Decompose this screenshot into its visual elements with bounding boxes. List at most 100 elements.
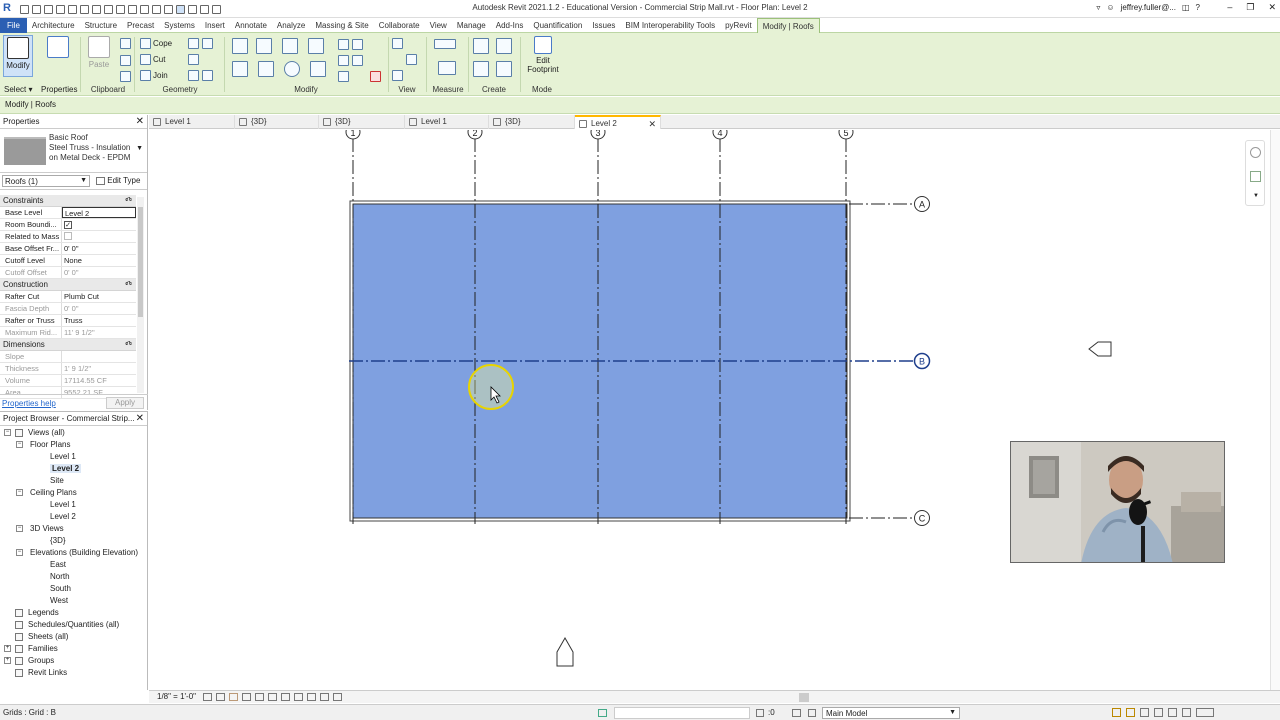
ribbon-tab-collaborate[interactable]: Collaborate bbox=[374, 18, 425, 33]
drawing-area[interactable]: 1 2 3 4 5 A B C bbox=[149, 130, 1270, 690]
property-value[interactable]: Level 2 bbox=[62, 207, 136, 218]
property-group-construction[interactable]: Construction Ⰴ bbox=[0, 279, 136, 291]
mirror-axis-icon[interactable] bbox=[282, 38, 298, 54]
align-icon[interactable] bbox=[232, 38, 248, 54]
search-icon[interactable]: ▿ bbox=[1096, 3, 1100, 12]
wall-joins-icon[interactable] bbox=[188, 38, 199, 49]
pin-icon[interactable] bbox=[338, 71, 349, 82]
browser-node[interactable]: Legends bbox=[0, 607, 148, 619]
browser-node[interactable]: + Families bbox=[0, 643, 148, 655]
apply-button[interactable]: Apply bbox=[106, 397, 144, 409]
select-by-face-icon[interactable] bbox=[1154, 708, 1163, 717]
ribbon-tab-modify-roofs[interactable]: Modify | Roofs bbox=[756, 17, 820, 33]
expand-icon[interactable]: + bbox=[4, 645, 11, 652]
elevation-marker-south[interactable] bbox=[556, 636, 574, 667]
collapse-icon[interactable]: Ⰴ bbox=[125, 279, 132, 289]
browser-node[interactable]: −3D Views bbox=[0, 523, 148, 535]
browser-node[interactable]: Level 1 bbox=[0, 451, 148, 463]
exclude-options-icon[interactable] bbox=[808, 709, 816, 717]
copy-icon[interactable] bbox=[120, 55, 131, 66]
cope-button[interactable]: Cope bbox=[153, 39, 172, 48]
ribbon-tab-structure[interactable]: Structure bbox=[80, 18, 122, 33]
property-row[interactable]: Related to Mass bbox=[0, 231, 136, 243]
detail-level-icon[interactable] bbox=[203, 693, 212, 701]
split-icon[interactable] bbox=[338, 39, 349, 50]
browser-node[interactable]: Schedules/Quantities (all) bbox=[0, 619, 148, 631]
ribbon-tab-analyze[interactable]: Analyze bbox=[272, 18, 310, 33]
expand-icon[interactable]: + bbox=[4, 657, 11, 664]
ribbon-tab-annotate[interactable]: Annotate bbox=[230, 18, 272, 33]
chevron-down-icon[interactable]: ▼ bbox=[136, 145, 143, 152]
background-processes-icon[interactable] bbox=[1182, 708, 1191, 717]
copy-element-icon[interactable] bbox=[258, 61, 274, 77]
browser-node[interactable]: West bbox=[0, 595, 148, 607]
join-icon[interactable] bbox=[140, 70, 151, 81]
close-tab-icon[interactable]: ✕ bbox=[648, 117, 656, 131]
analytical-model-icon[interactable] bbox=[307, 693, 316, 701]
crop-view-icon[interactable] bbox=[255, 693, 264, 701]
offset-icon[interactable] bbox=[256, 38, 272, 54]
cut-geometry-icon[interactable] bbox=[140, 54, 151, 65]
browser-node[interactable]: − Views (all) bbox=[0, 427, 148, 439]
collapse-icon[interactable]: − bbox=[16, 441, 23, 448]
join-roof-icon[interactable] bbox=[188, 54, 199, 65]
floor-plan-drawing[interactable]: 1 2 3 4 5 A B C bbox=[149, 130, 1270, 690]
workset-dropdown[interactable] bbox=[614, 707, 750, 719]
collapse-icon[interactable]: Ⰴ bbox=[125, 339, 132, 349]
aligned-dimension-icon[interactable] bbox=[438, 61, 456, 75]
view-tab[interactable]: Level 1 bbox=[405, 115, 489, 129]
user-icon[interactable]: ☺ bbox=[1106, 3, 1114, 12]
edit-type-button[interactable]: Edit Type bbox=[96, 176, 140, 185]
properties-button[interactable] bbox=[43, 35, 73, 77]
ribbon-tab-systems[interactable]: Systems bbox=[159, 18, 200, 33]
paste-button[interactable]: Paste bbox=[84, 35, 114, 77]
property-checkbox[interactable]: ✓ bbox=[64, 221, 72, 229]
view-tab[interactable]: {3D} bbox=[489, 115, 575, 129]
mirror-draw-icon[interactable] bbox=[308, 38, 324, 54]
create-parts-icon[interactable] bbox=[496, 38, 512, 54]
editable-only-icon[interactable] bbox=[756, 709, 764, 717]
ribbon-tab-massing-site[interactable]: Massing & Site bbox=[310, 18, 373, 33]
array-icon[interactable] bbox=[338, 55, 349, 66]
ribbon-tab-bim-interoperability-tools[interactable]: BIM Interoperability Tools bbox=[620, 18, 720, 33]
property-row[interactable]: Rafter or Truss Truss bbox=[0, 315, 136, 327]
modify-button[interactable]: Modify bbox=[3, 35, 33, 77]
property-value[interactable]: 0' 0" bbox=[62, 243, 136, 254]
browser-node[interactable]: Level 2 bbox=[0, 463, 148, 475]
horizontal-scrollbar-thumb[interactable] bbox=[799, 693, 809, 702]
join-button[interactable]: Join bbox=[153, 71, 168, 80]
cart-icon[interactable]: ◫ bbox=[1182, 3, 1190, 12]
property-row[interactable]: Room Boundi... ✓ bbox=[0, 219, 136, 231]
collapse-icon[interactable]: − bbox=[16, 525, 23, 532]
property-group-constraints[interactable]: Constraints Ⰴ bbox=[0, 195, 136, 207]
trim-extend-icon[interactable] bbox=[310, 61, 326, 77]
drag-on-selection-icon[interactable] bbox=[1168, 708, 1177, 717]
browser-node[interactable]: Revit Links bbox=[0, 667, 148, 679]
property-value[interactable] bbox=[62, 231, 136, 242]
property-row[interactable]: Rafter Cut Plumb Cut bbox=[0, 291, 136, 303]
create-similar-icon[interactable] bbox=[496, 61, 512, 77]
property-value[interactable]: Plumb Cut bbox=[62, 291, 136, 302]
property-row[interactable]: Slope bbox=[0, 351, 136, 363]
browser-node[interactable]: Level 1 bbox=[0, 499, 148, 511]
match-type-icon[interactable] bbox=[120, 71, 131, 82]
property-value[interactable]: ✓ bbox=[62, 219, 136, 230]
browser-node[interactable]: − Ceiling Plans bbox=[0, 487, 148, 499]
worksharing-icon[interactable] bbox=[598, 709, 607, 717]
property-group-dimensions[interactable]: Dimensions Ⰴ bbox=[0, 339, 136, 351]
properties-help-link[interactable]: Properties help bbox=[2, 399, 56, 408]
property-row[interactable]: Base Level Level 2 bbox=[0, 207, 136, 219]
filter-icon[interactable] bbox=[1196, 708, 1214, 717]
property-row[interactable]: Thickness 1' 9 1/2" bbox=[0, 363, 136, 375]
restore-button[interactable]: ❐ bbox=[1246, 2, 1254, 13]
reveal-constraints-icon[interactable] bbox=[333, 693, 342, 701]
instance-filter-dropdown[interactable]: Roofs (1) ▼ bbox=[2, 175, 90, 187]
properties-close-icon[interactable]: ✕ bbox=[136, 116, 144, 127]
select-dropdown[interactable]: Select ▾ bbox=[4, 85, 32, 94]
minimize-button[interactable]: – bbox=[1227, 2, 1232, 13]
browser-node[interactable]: South bbox=[0, 583, 148, 595]
elevation-marker-east[interactable] bbox=[1088, 341, 1112, 357]
move-icon[interactable] bbox=[232, 61, 248, 77]
view-tab[interactable]: {3D} bbox=[235, 115, 319, 129]
shadows-icon[interactable] bbox=[242, 693, 251, 701]
